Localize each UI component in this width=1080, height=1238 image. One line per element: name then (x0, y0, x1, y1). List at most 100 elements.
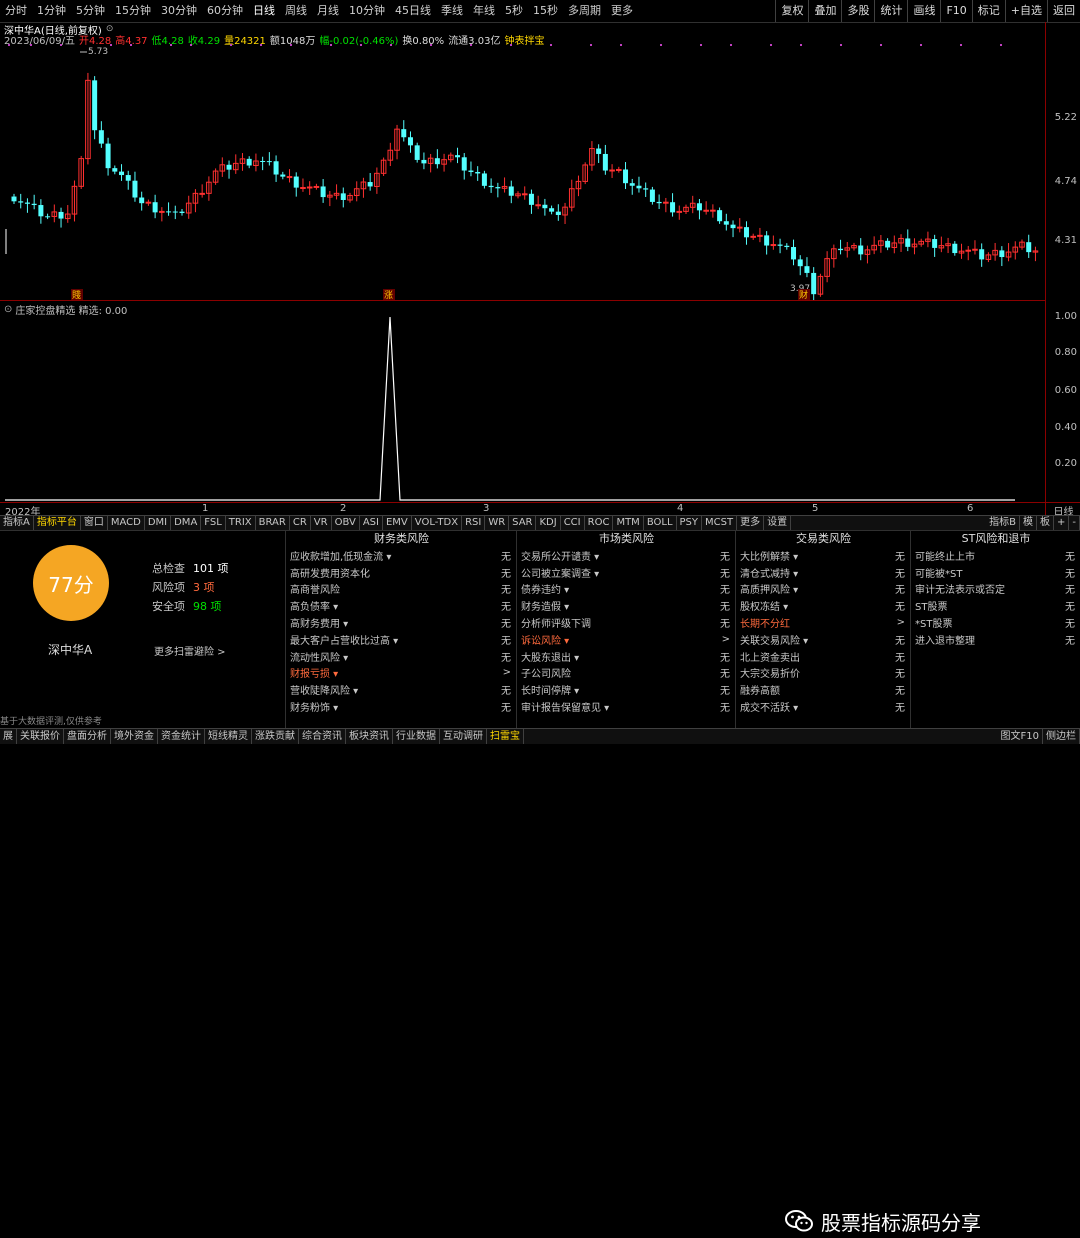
indicator-tab[interactable]: 更多 (737, 516, 765, 530)
period-tab[interactable]: 30分钟 (156, 0, 202, 22)
bottom-tab[interactable]: 资金统计 (158, 729, 205, 744)
toolbar-button[interactable]: 多股 (841, 0, 874, 22)
period-tab[interactable]: 年线 (468, 0, 500, 22)
period-tab[interactable]: 15分钟 (110, 0, 156, 22)
indicator-tab[interactable]: 设置 (764, 516, 792, 530)
indicator-tab[interactable]: PSY (677, 516, 703, 530)
bottom-right-button[interactable]: 图文F10 (998, 729, 1043, 744)
risk-item[interactable]: ST股票 无 (911, 597, 1080, 614)
risk-item[interactable]: 高研发费用资本化 无 (286, 564, 517, 581)
period-tab[interactable]: 1分钟 (32, 0, 71, 22)
toolbar-button[interactable]: 标记 (971, 0, 1005, 22)
bottom-tab[interactable]: 互动调研 (440, 729, 487, 744)
indicator-tab[interactable]: MACD (108, 516, 145, 530)
indicator-tab[interactable]: SAR (509, 516, 537, 530)
risk-item[interactable]: 成交不活跃 ▾ 无 (736, 698, 911, 715)
risk-item[interactable]: 关联交易风险 ▾ 无 (736, 631, 911, 648)
risk-item[interactable]: 清仓式减持 ▾ 无 (736, 564, 911, 581)
risk-item[interactable]: 财报亏损 ▾ > (286, 665, 517, 682)
bottom-tab[interactable]: 扫雷宝 (487, 729, 524, 744)
bottom-tab[interactable]: 盘面分析 (64, 729, 111, 744)
bottom-tab[interactable]: 涨跌贡献 (252, 729, 299, 744)
indicator-tab[interactable]: VR (311, 516, 332, 530)
indicator-tab[interactable]: KDJ (536, 516, 561, 530)
period-tab[interactable]: 多周期 (563, 0, 606, 22)
indicator-tab[interactable]: 指标平台 (34, 516, 81, 530)
toolbar-button[interactable]: 统计 (874, 0, 907, 22)
toolbar-button[interactable]: +自选 (1004, 0, 1047, 22)
bottom-right-button[interactable]: 侧边栏 (1043, 729, 1080, 744)
risk-item[interactable]: 长期不分红 > (736, 614, 911, 631)
toolbar-button[interactable]: 叠加 (808, 0, 841, 22)
risk-item[interactable]: 应收款增加,低现金流 ▾ 无 (286, 547, 517, 564)
indicator-tab[interactable]: DMI (145, 516, 172, 530)
event-marker[interactable]: 賤 (72, 290, 81, 300)
indicator-tab[interactable]: MCST (702, 516, 738, 530)
period-tab[interactable]: 日线 (248, 0, 280, 22)
indicator-tab[interactable]: BOLL (644, 516, 677, 530)
indicator-tab[interactable]: OBV (332, 516, 360, 530)
period-tab[interactable]: 5秒 (500, 0, 528, 22)
indicator-tab[interactable]: 指标A (0, 516, 34, 530)
period-tab[interactable]: 更多 (606, 0, 638, 22)
period-tab[interactable]: 季线 (436, 0, 468, 22)
risk-item[interactable]: 分析师评级下调 无 (517, 614, 736, 631)
bottom-tab[interactable]: 板块资讯 (346, 729, 393, 744)
bottom-tab[interactable]: 境外资金 (111, 729, 158, 744)
bottom-tab[interactable]: 关联报价 (17, 729, 64, 744)
bottom-tab[interactable]: 展 (0, 729, 17, 744)
risk-item[interactable]: 高质押风险 ▾ 无 (736, 581, 911, 598)
indicator-chart[interactable] (0, 300, 1045, 503)
risk-item[interactable]: 高负债率 ▾ 无 (286, 597, 517, 614)
indicator-tab[interactable]: CR (290, 516, 311, 530)
risk-item[interactable]: 可能被*ST 无 (911, 564, 1080, 581)
bottom-tab[interactable]: 短线精灵 (205, 729, 252, 744)
gear-icon[interactable]: ⊙ (4, 304, 12, 315)
indicator-tab-control[interactable]: 板 (1037, 516, 1054, 530)
event-marker[interactable]: 涨 (384, 290, 393, 300)
indicator-tab-control[interactable]: + (1054, 516, 1070, 530)
risk-item[interactable]: *ST股票 无 (911, 614, 1080, 631)
indicator-tab[interactable]: ROC (585, 516, 614, 530)
period-tab[interactable]: 60分钟 (202, 0, 248, 22)
risk-item[interactable]: 可能终止上市 无 (911, 547, 1080, 564)
risk-item[interactable]: 长时间停牌 ▾ 无 (517, 681, 736, 698)
risk-item[interactable]: 大宗交易折价 无 (736, 665, 911, 682)
risk-item[interactable]: 债券违约 ▾ 无 (517, 581, 736, 598)
event-marker[interactable]: 财 (799, 289, 808, 300)
risk-item[interactable]: 财务造假 ▾ 无 (517, 597, 736, 614)
risk-item[interactable]: 大股东退出 ▾ 无 (517, 648, 736, 665)
indicator-tab[interactable]: RSI (462, 516, 486, 530)
period-tab[interactable]: 周线 (280, 0, 312, 22)
period-tab[interactable]: 15秒 (528, 0, 563, 22)
risk-item[interactable]: 子公司风险 无 (517, 665, 736, 682)
risk-item[interactable]: 北上资金卖出 无 (736, 648, 911, 665)
toolbar-button[interactable]: 返回 (1047, 0, 1080, 22)
risk-item[interactable]: 流动性风险 ▾ 无 (286, 648, 517, 665)
risk-item[interactable]: 财务粉饰 ▾ 无 (286, 698, 517, 715)
indicator-tab[interactable]: BRAR (256, 516, 290, 530)
risk-item[interactable]: 股权冻结 ▾ 无 (736, 597, 911, 614)
risk-item[interactable]: 大比例解禁 ▾ 无 (736, 547, 911, 564)
risk-item[interactable]: 审计无法表示或否定 无 (911, 581, 1080, 598)
period-tab[interactable]: 10分钟 (344, 0, 390, 22)
indicator-tab-control[interactable]: 指标B (986, 516, 1020, 530)
indicator-tab[interactable]: DMA (171, 516, 202, 530)
risk-item[interactable]: 高财务费用 ▾ 无 (286, 614, 517, 631)
indicator-tab[interactable]: CCI (561, 516, 585, 530)
indicator-tab[interactable]: MTM (613, 516, 644, 530)
indicator-tab[interactable]: ASI (360, 516, 383, 530)
candlestick-chart[interactable]: 5.733.97賤涨财 (0, 44, 1045, 300)
toolbar-button[interactable]: 画线 (907, 0, 940, 22)
risk-item[interactable]: 公司被立案调查 ▾ 无 (517, 564, 736, 581)
risk-item[interactable]: 最大客户占营收比过高 ▾ 无 (286, 631, 517, 648)
risk-item[interactable]: 营收陡降风险 ▾ 无 (286, 681, 517, 698)
period-tab[interactable]: 45日线 (390, 0, 436, 22)
risk-item[interactable]: 融券高额 无 (736, 681, 911, 698)
indicator-tab[interactable]: WR (485, 516, 510, 530)
risk-item[interactable]: 高商誉风险 无 (286, 581, 517, 598)
indicator-tab-control[interactable]: - (1069, 516, 1080, 530)
risk-item[interactable]: 交易所公开谴责 ▾ 无 (517, 547, 736, 564)
bottom-tab[interactable]: 综合资讯 (299, 729, 346, 744)
period-tab[interactable]: 5分钟 (71, 0, 110, 22)
